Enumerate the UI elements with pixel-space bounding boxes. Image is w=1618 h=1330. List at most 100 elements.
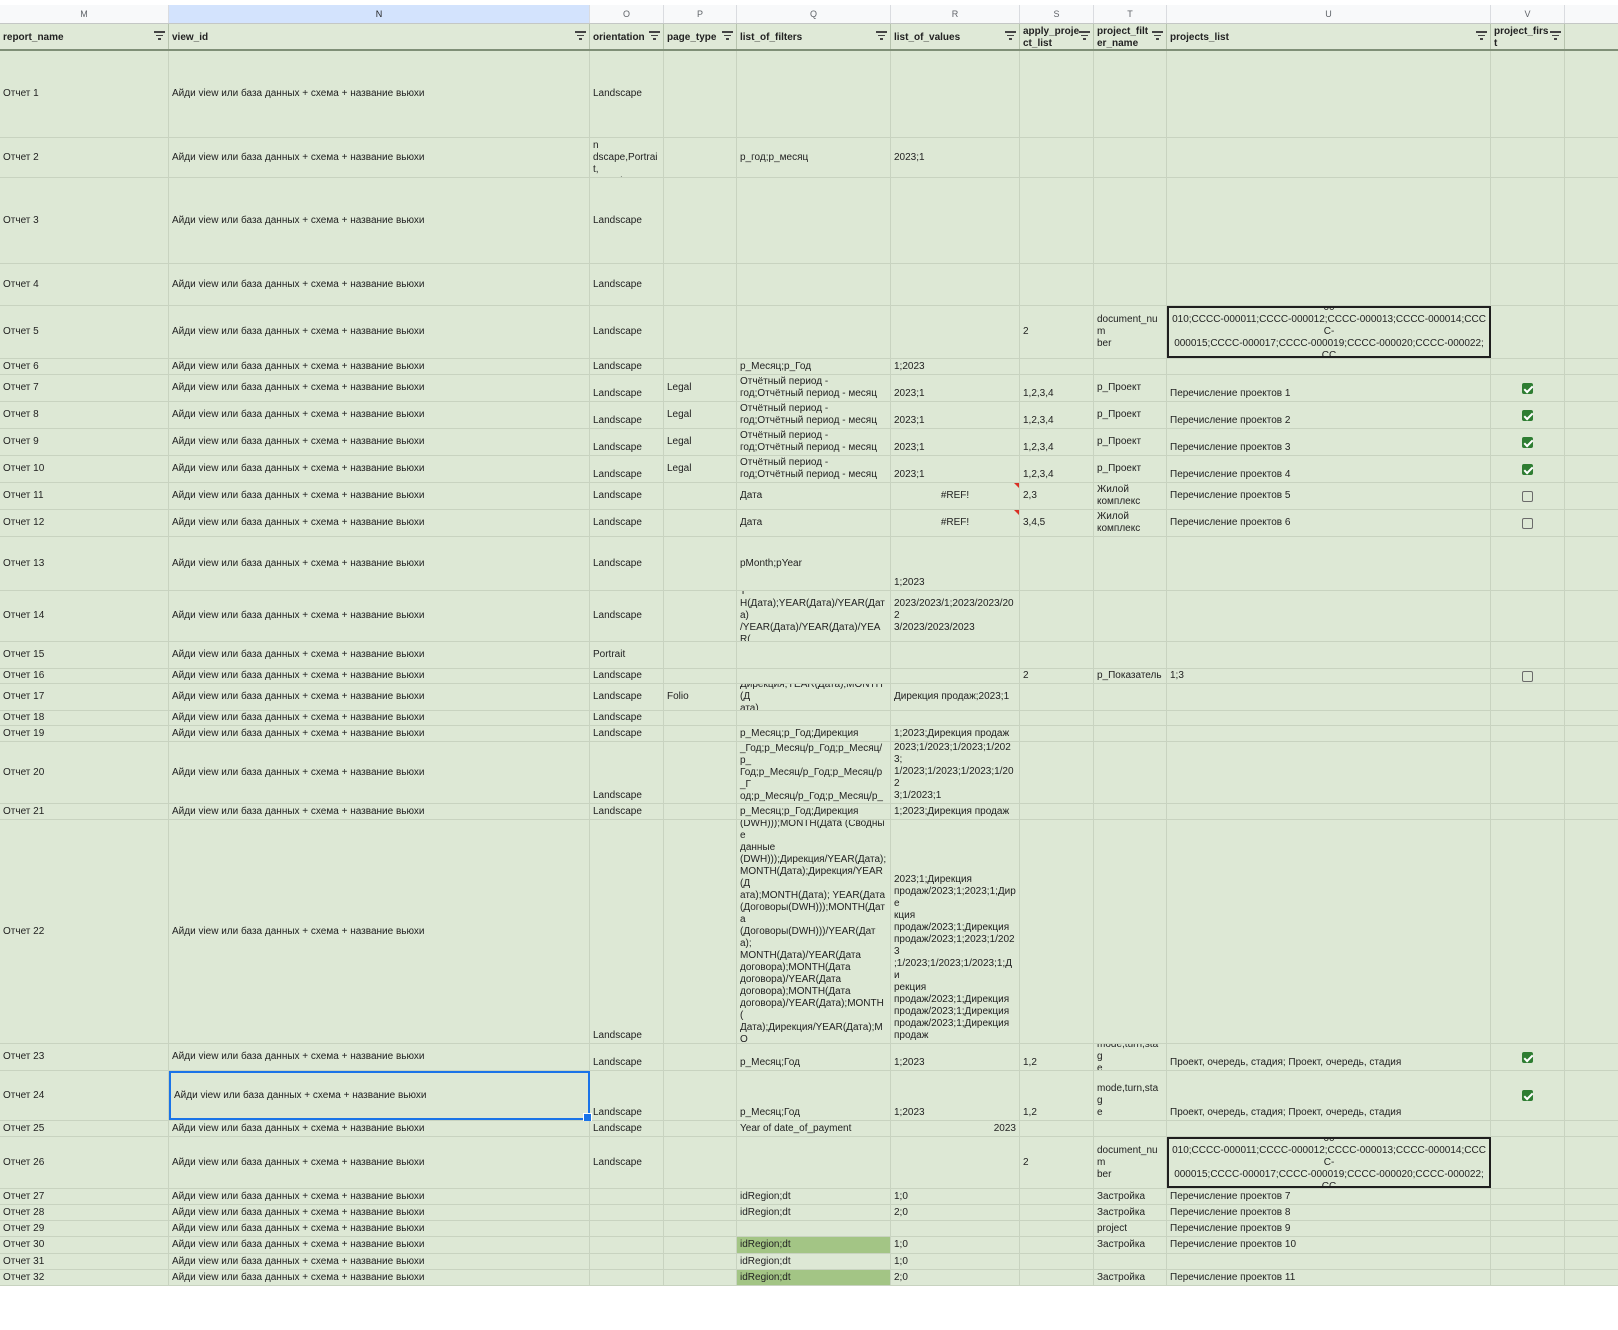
cell-apply-project-list[interactable]: [1020, 1205, 1094, 1220]
cell-orientation[interactable]: Landscape: [590, 178, 664, 263]
cell-page-type[interactable]: [664, 537, 737, 590]
cell-orientation[interactable]: [590, 1270, 664, 1285]
cell-apply-project-list[interactable]: [1020, 537, 1094, 590]
cell-list-of-filters[interactable]: Дата: [737, 510, 891, 536]
cell-apply-project-list[interactable]: [1020, 1254, 1094, 1269]
cell-view-id[interactable]: Айди view или база данных + схема + назв…: [169, 711, 590, 725]
cell-project-filter-name[interactable]: [1094, 138, 1167, 177]
cell-list-of-filters[interactable]: [737, 178, 891, 263]
cell-apply-project-list[interactable]: 2: [1020, 306, 1094, 358]
cell-page-type[interactable]: [664, 1189, 737, 1204]
cell-orientation[interactable]: Landscape: [590, 1121, 664, 1136]
cell-project-filter-name[interactable]: [1094, 51, 1167, 137]
cell-list-of-filters[interactable]: р_Год;р_Месяц/р_Год;р_Месяц/р _Год;р_Мес…: [737, 742, 891, 803]
cell-apply-project-list[interactable]: [1020, 591, 1094, 641]
cell-report-name[interactable]: Отчет 30: [0, 1237, 169, 1253]
cell-report-name[interactable]: Отчет 32: [0, 1270, 169, 1285]
cell-list-of-values[interactable]: [891, 711, 1020, 725]
cell-project-filter-name[interactable]: Застройка: [1094, 1205, 1167, 1220]
cell-projects-list[interactable]: [1167, 591, 1491, 641]
cell-project-first[interactable]: [1491, 642, 1565, 668]
cell-project-first[interactable]: [1491, 1254, 1565, 1269]
cell-list-of-values[interactable]: 2023;1/2023;1/2023;1/2023; 1/2023;1/2023…: [891, 742, 1020, 803]
cell-report-name[interactable]: Отчет 8: [0, 402, 169, 428]
cell-project-filter-name[interactable]: [1094, 1254, 1167, 1269]
cell-project-first[interactable]: [1491, 1044, 1565, 1070]
cell-report-name[interactable]: Отчет 15: [0, 642, 169, 668]
column-letter-s[interactable]: S: [1020, 5, 1094, 23]
cell-project-filter-name[interactable]: project: [1094, 1221, 1167, 1236]
cell-page-type[interactable]: [664, 483, 737, 509]
cell-project-filter-name[interactable]: [1094, 742, 1167, 803]
cell-project-filter-name[interactable]: mode,turn,stag e: [1094, 1071, 1167, 1120]
cell-list-of-values[interactable]: 1;2023: [891, 1071, 1020, 1120]
cell-view-id[interactable]: Айди view или база данных + схема + назв…: [169, 429, 590, 455]
cell-list-of-filters[interactable]: [737, 51, 891, 137]
cell-list-of-filters[interactable]: Отчётный период - год;Отчётный период - …: [737, 375, 891, 401]
cell-project-filter-name[interactable]: Застройка: [1094, 1270, 1167, 1285]
cell-view-id[interactable]: Айди view или база данных + схема + назв…: [169, 264, 590, 305]
column-letter-t[interactable]: T: [1094, 5, 1167, 23]
checkbox[interactable]: [1522, 436, 1533, 448]
cell-report-name[interactable]: Отчет 11: [0, 483, 169, 509]
cell-list-of-values[interactable]: [891, 1137, 1020, 1188]
cell-view-id[interactable]: Айди view или база данных + схема + назв…: [169, 456, 590, 482]
cell-orientation[interactable]: Landscape: [590, 537, 664, 590]
cell-projects-list[interactable]: Перечисление проектов 3: [1167, 429, 1491, 455]
cell-view-id[interactable]: Айди view или база данных + схема + назв…: [169, 510, 590, 536]
cell-apply-project-list[interactable]: 2: [1020, 669, 1094, 683]
cell-projects-list[interactable]: Перечисление проектов 5: [1167, 483, 1491, 509]
cell-list-of-filters[interactable]: р_Месяц;Год: [737, 1044, 891, 1070]
filter-icon[interactable]: [1079, 31, 1090, 41]
cell-report-name[interactable]: Отчет 29: [0, 1221, 169, 1236]
cell-list-of-values[interactable]: 2023/2023/1;2023/2023/202 3/2023/2023/20…: [891, 591, 1020, 641]
cell-view-id[interactable]: Айди view или база данных + схема + назв…: [169, 306, 590, 358]
cell-orientation[interactable]: Landscape: [590, 375, 664, 401]
cell-report-name[interactable]: Отчет 27: [0, 1189, 169, 1204]
cell-orientation[interactable]: Landscape: [590, 669, 664, 683]
cell-page-type[interactable]: [664, 138, 737, 177]
cell-list-of-values[interactable]: 2023;1: [891, 138, 1020, 177]
cell-page-type[interactable]: [664, 642, 737, 668]
cell-projects-list[interactable]: [1167, 537, 1491, 590]
cell-list-of-filters[interactable]: Отчётный период - год;Отчётный период - …: [737, 429, 891, 455]
cell-page-type[interactable]: Legal: [664, 402, 737, 428]
cell-report-name[interactable]: Отчет 4: [0, 264, 169, 305]
cell-orientation[interactable]: Landscape: [590, 1044, 664, 1070]
cell-list-of-values[interactable]: [891, 1221, 1020, 1236]
header-project-first[interactable]: project_firs t: [1491, 24, 1565, 49]
cell-report-name[interactable]: Отчет 21: [0, 804, 169, 819]
cell-project-filter-name[interactable]: [1094, 1121, 1167, 1136]
cell-orientation[interactable]: Landscape: [590, 359, 664, 374]
cell-projects-list[interactable]: [1167, 726, 1491, 741]
cell-list-of-filters[interactable]: Дата: [737, 483, 891, 509]
cell-view-id[interactable]: Айди view или база данных + схема + назв…: [169, 1221, 590, 1236]
cell-projects-list[interactable]: Перечисление проектов 4: [1167, 456, 1491, 482]
header-list-of-values[interactable]: list_of_values: [891, 24, 1020, 49]
cell-apply-project-list[interactable]: 1,2,3,4: [1020, 429, 1094, 455]
cell-report-name[interactable]: Отчет 19: [0, 726, 169, 741]
header-projects-list[interactable]: projects_list: [1167, 24, 1491, 49]
cell-apply-project-list[interactable]: [1020, 264, 1094, 305]
cell-report-name[interactable]: Отчет 1: [0, 51, 169, 137]
cell-orientation[interactable]: Landscape: [590, 483, 664, 509]
cell-list-of-filters[interactable]: р_Месяц;р_Год;Дирекция: [737, 804, 891, 819]
cell-list-of-values[interactable]: 1;2023;Дирекция продаж: [891, 726, 1020, 741]
checkbox[interactable]: [1522, 490, 1533, 502]
cell-report-name[interactable]: Отчет 18: [0, 711, 169, 725]
cell-list-of-filters[interactable]: [737, 669, 891, 683]
cell-project-filter-name[interactable]: [1094, 726, 1167, 741]
cell-orientation[interactable]: Landscape: [590, 684, 664, 710]
cell-report-name[interactable]: Отчет 25: [0, 1121, 169, 1136]
cell-orientation[interactable]: Landscape: [590, 51, 664, 137]
cell-list-of-values[interactable]: Дирекция продаж;2023;1: [891, 684, 1020, 710]
cell-projects-list[interactable]: [1167, 684, 1491, 710]
cell-view-id[interactable]: Айди view или база данных + схема + назв…: [169, 591, 590, 641]
cell-list-of-filters[interactable]: idRegion;dt: [737, 1189, 891, 1204]
header-apply-project-list[interactable]: apply_proje ct_list: [1020, 24, 1094, 49]
cell-list-of-values[interactable]: [891, 669, 1020, 683]
cell-apply-project-list[interactable]: [1020, 742, 1094, 803]
cell-project-first[interactable]: [1491, 429, 1565, 455]
cell-projects-list[interactable]: Перечисление проектов 11: [1167, 1270, 1491, 1285]
cell-report-name[interactable]: Отчет 9: [0, 429, 169, 455]
